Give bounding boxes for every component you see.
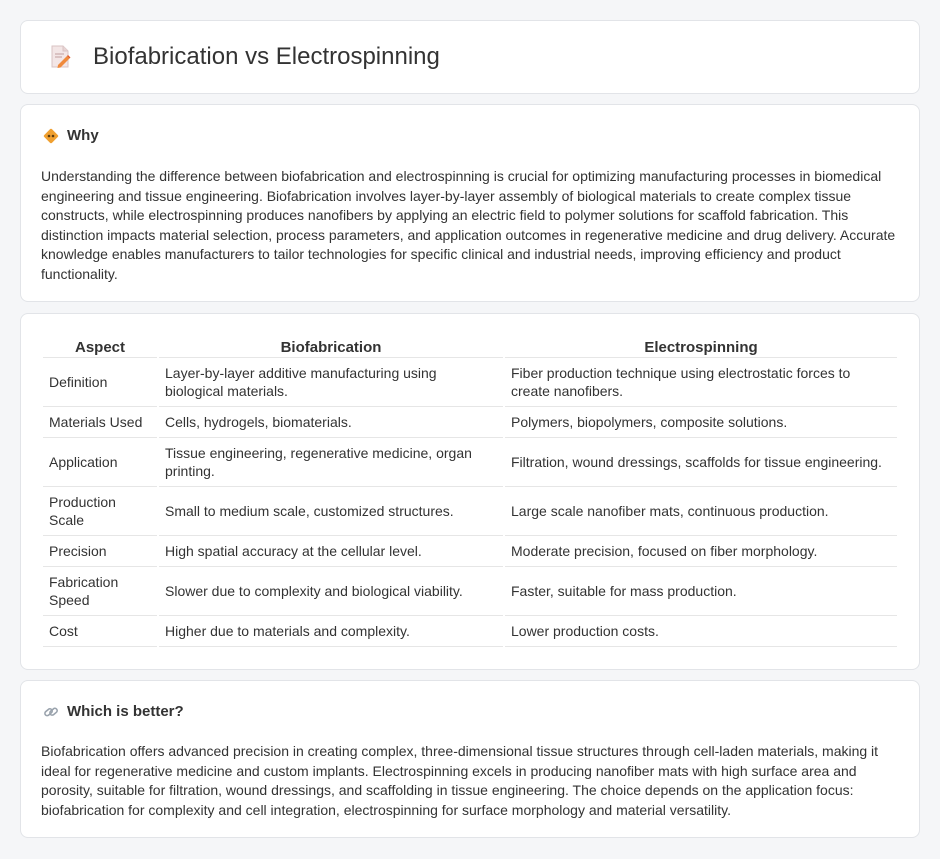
table-cell: Application bbox=[43, 438, 157, 487]
table-cell: Layer-by-layer additive manufacturing us… bbox=[159, 358, 503, 407]
table-cell: Tissue engineering, regenerative medicin… bbox=[159, 438, 503, 487]
table-cell: Large scale nanofiber mats, continuous p… bbox=[505, 487, 897, 536]
table-cell: Fiber production technique using electro… bbox=[505, 358, 897, 407]
header-card: Biofabrication vs Electrospinning bbox=[20, 20, 920, 94]
which-is-better-card: Which is better? Biofabrication offers a… bbox=[20, 680, 920, 838]
why-card: Why Understanding the difference between… bbox=[20, 104, 920, 302]
table-cell: Cells, hydrogels, biomaterials. bbox=[159, 407, 503, 438]
page-title: Biofabrication vs Electrospinning bbox=[93, 43, 440, 70]
table-row: Fabrication Speed Slower due to complexi… bbox=[43, 567, 897, 616]
table-cell: Moderate precision, focused on fiber mor… bbox=[505, 536, 897, 567]
table-cell: Definition bbox=[43, 358, 157, 407]
table-cell: Higher due to materials and complexity. bbox=[159, 616, 503, 647]
table-cell: Production Scale bbox=[43, 487, 157, 536]
link-icon bbox=[43, 704, 59, 720]
table-cell: Slower due to complexity and biological … bbox=[159, 567, 503, 616]
table-cell: Filtration, wound dressings, scaffolds f… bbox=[505, 438, 897, 487]
table-cell: High spatial accuracy at the cellular le… bbox=[159, 536, 503, 567]
table-row: Materials Used Cells, hydrogels, biomate… bbox=[43, 407, 897, 438]
table-header-row: Aspect Biofabrication Electrospinning bbox=[43, 336, 897, 358]
diamond-sign-icon bbox=[43, 128, 59, 144]
table-cell: Materials Used bbox=[43, 407, 157, 438]
table-row: Precision High spatial accuracy at the c… bbox=[43, 536, 897, 567]
table-row: Definition Layer-by-layer additive manuf… bbox=[43, 358, 897, 407]
column-header-biofabrication: Biofabrication bbox=[159, 336, 503, 358]
table-row: Production Scale Small to medium scale, … bbox=[43, 487, 897, 536]
comparison-table: Aspect Biofabrication Electrospinning De… bbox=[41, 336, 899, 647]
table-cell: Precision bbox=[43, 536, 157, 567]
table-cell: Fabrication Speed bbox=[43, 567, 157, 616]
comparison-card: Aspect Biofabrication Electrospinning De… bbox=[20, 313, 920, 670]
document-pencil-icon bbox=[47, 44, 73, 70]
column-header-electrospinning: Electrospinning bbox=[505, 336, 897, 358]
table-cell: Lower production costs. bbox=[505, 616, 897, 647]
table-row: Application Tissue engineering, regenera… bbox=[43, 438, 897, 487]
table-cell: Small to medium scale, customized struct… bbox=[159, 487, 503, 536]
table-cell: Faster, suitable for mass production. bbox=[505, 567, 897, 616]
table-cell: Polymers, biopolymers, composite solutio… bbox=[505, 407, 897, 438]
why-text: Understanding the difference between bio… bbox=[41, 168, 896, 282]
table-row: Cost Higher due to materials and complex… bbox=[43, 616, 897, 647]
which-is-better-title: Which is better? bbox=[67, 703, 184, 720]
which-is-better-text: Biofabrication offers advanced precision… bbox=[41, 743, 879, 818]
why-title: Why bbox=[67, 127, 99, 144]
column-header-aspect: Aspect bbox=[43, 336, 157, 358]
table-cell: Cost bbox=[43, 616, 157, 647]
